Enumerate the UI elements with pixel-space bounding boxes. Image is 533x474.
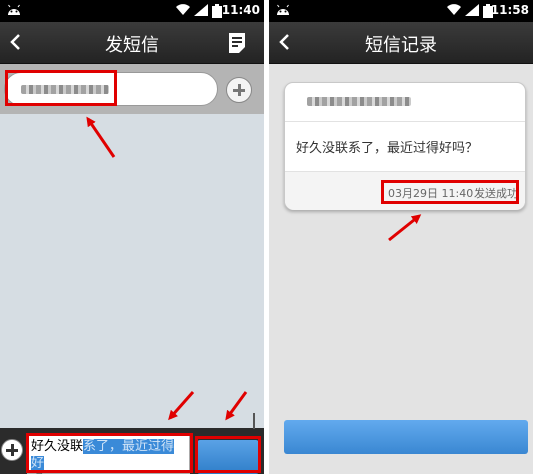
arrow-to-status — [388, 214, 422, 242]
arrow-to-recipient — [86, 116, 116, 158]
arrow-to-send — [225, 391, 248, 421]
annotation-arrows — [86, 116, 422, 421]
arrow-to-message — [168, 391, 195, 421]
